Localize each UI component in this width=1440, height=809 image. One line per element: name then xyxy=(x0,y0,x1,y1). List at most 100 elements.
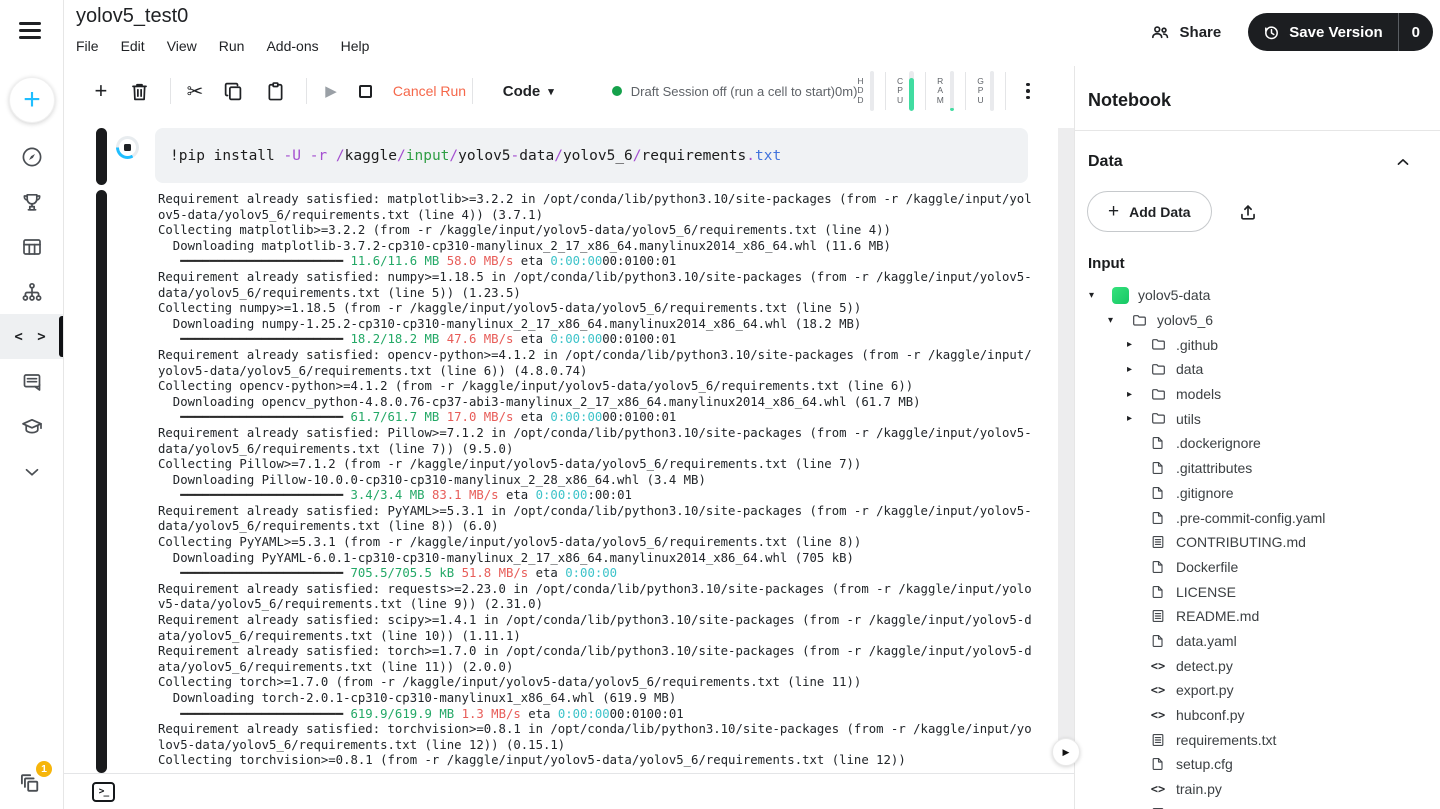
tree-item-github[interactable]: ▸ .github xyxy=(1075,332,1440,357)
menu-file[interactable]: File xyxy=(76,38,99,54)
output-line: Requirement already satisfied: torch>=1.… xyxy=(158,644,1032,659)
tree-item-gitignore[interactable]: .gitignore xyxy=(1075,481,1440,506)
tree-item-data[interactable]: ▸ data xyxy=(1075,357,1440,382)
tree-item-requirements-txt[interactable]: requirements.txt xyxy=(1075,727,1440,752)
add-cell-button[interactable]: + xyxy=(93,78,109,103)
caret-down-icon[interactable]: ▾ xyxy=(1108,315,1130,326)
save-version-button[interactable]: Save Version 0 xyxy=(1248,13,1433,51)
sidebar-item-chevron-down[interactable] xyxy=(0,449,63,494)
tree-item-gitattributes[interactable]: .gitattributes xyxy=(1075,456,1440,481)
output-line: yolov5-data/yolov5_6/requirements.txt (l… xyxy=(158,363,588,378)
output-line: Requirement already satisfied: PyYAML>=5… xyxy=(158,503,1032,518)
gauge-cpu[interactable]: CPU xyxy=(897,71,914,111)
output-line: Downloading PyYAML-6.0.1-cp310-cp310-man… xyxy=(158,550,854,565)
tree-item-yolov5-data[interactable]: ▾ yolov5-data xyxy=(1075,283,1440,308)
terminal-icon: >_ xyxy=(98,786,110,797)
tree-item-pre-commit-config-yaml[interactable]: .pre-commit-config.yaml xyxy=(1075,505,1440,530)
tree-item-clipped[interactable] xyxy=(1075,801,1440,809)
sidebar-item-graduation-cap[interactable] xyxy=(0,404,63,449)
output-line: Requirement already satisfied: opencv-py… xyxy=(158,347,1032,362)
add-data-button[interactable]: + Add Data xyxy=(1087,191,1212,232)
tree-item-models[interactable]: ▸ models xyxy=(1075,382,1440,407)
data-section-header: Data xyxy=(1075,131,1440,172)
tree-item-data-yaml[interactable]: data.yaml xyxy=(1075,629,1440,654)
copy-cell-button[interactable] xyxy=(222,79,245,103)
tree-item-readme-md[interactable]: README.md xyxy=(1075,604,1440,629)
tree-item-utils[interactable]: ▸ utils xyxy=(1075,406,1440,431)
output-selection-bar[interactable] xyxy=(96,190,107,773)
share-button[interactable]: Share xyxy=(1149,21,1221,43)
output-progress-line: ━━━━━━━━━━━━━━━━━━━━━━ 619.9/619.9 MB 1.… xyxy=(180,706,684,721)
folder-icon xyxy=(1149,385,1167,403)
cell-running-spinner-button[interactable] xyxy=(116,136,139,159)
paste-cell-button[interactable] xyxy=(264,79,287,103)
gauge-label: RAM xyxy=(936,75,944,105)
menu-run[interactable]: Run xyxy=(219,38,245,54)
caret-right-icon[interactable]: ▸ xyxy=(1127,364,1149,375)
chevron-up-icon xyxy=(1393,152,1413,172)
notebook-scrollbar[interactable] xyxy=(1058,128,1074,757)
version-count[interactable]: 0 xyxy=(1397,13,1433,51)
session-status-dot xyxy=(611,86,622,96)
tree-item-hubconf-py[interactable]: <> hubconf.py xyxy=(1075,703,1440,728)
sidebar-item-trophy[interactable] xyxy=(0,179,63,224)
file-icon xyxy=(1149,459,1167,477)
tree-item-detect-py[interactable]: <> detect.py xyxy=(1075,653,1440,678)
sidebar-item-comment[interactable] xyxy=(0,359,63,404)
tree-item-contributing-md[interactable]: CONTRIBUTING.md xyxy=(1075,530,1440,555)
sidebar-item-datasets-grid[interactable] xyxy=(0,224,63,269)
tree-item-dockerignore[interactable]: .dockerignore xyxy=(1075,431,1440,456)
sidebar-item-code[interactable]: < > xyxy=(0,314,63,359)
active-events-button[interactable]: 1 xyxy=(18,761,52,797)
menu-bar: File Edit View Run Add-ons Help xyxy=(76,38,369,54)
collapse-data-section-button[interactable] xyxy=(1393,152,1413,172)
cell-type-dropdown[interactable]: Code ▾ xyxy=(503,83,554,100)
hamburger-menu-icon[interactable] xyxy=(19,22,41,39)
tree-item-setup-cfg[interactable]: setup.cfg xyxy=(1075,752,1440,777)
run-cell-button[interactable]: ▶ xyxy=(323,79,339,103)
tree-item-label: .pre-commit-config.yaml xyxy=(1176,509,1326,526)
file-icon xyxy=(1149,558,1167,576)
gauge-ram[interactable]: RAM xyxy=(937,71,955,111)
console-toggle-button[interactable]: >_ xyxy=(92,781,115,802)
tree-item-license[interactable]: LICENSE xyxy=(1075,579,1440,604)
toolbar-divider xyxy=(306,78,308,104)
caret-right-icon[interactable]: ▸ xyxy=(1127,339,1149,350)
stop-icon xyxy=(124,144,131,151)
cancel-run-button[interactable]: Cancel Run xyxy=(393,83,466,99)
menu-help[interactable]: Help xyxy=(341,38,370,54)
menu-edit[interactable]: Edit xyxy=(121,38,145,54)
file-icon xyxy=(1149,583,1167,601)
code-cell-editor[interactable]: !pip install -U -r /kaggle/input/yolov5-… xyxy=(155,128,1028,183)
caret-right-icon[interactable]: ▸ xyxy=(1127,413,1149,424)
panel-title: Notebook xyxy=(1088,90,1171,110)
tree-item-dockerfile[interactable]: Dockerfile xyxy=(1075,555,1440,580)
menu-add-ons[interactable]: Add-ons xyxy=(266,38,318,54)
stop-square-icon xyxy=(359,84,373,98)
output-line: Collecting matplotlib>=3.2.2 (from -r /k… xyxy=(158,223,891,238)
tree-item-export-py[interactable]: <> export.py xyxy=(1075,678,1440,703)
create-button[interactable]: + xyxy=(9,77,55,123)
gauge-hdd[interactable]: HDD xyxy=(857,71,875,111)
tree-item-train-py[interactable]: <> train.py xyxy=(1075,777,1440,802)
stop-button[interactable] xyxy=(358,79,374,103)
more-options-button[interactable] xyxy=(1022,79,1034,103)
caret-down-icon[interactable]: ▾ xyxy=(1089,290,1111,301)
tree-item-yolov5-6[interactable]: ▾ yolov5_6 xyxy=(1075,308,1440,333)
add-data-label: Add Data xyxy=(1129,203,1191,220)
output-line: Downloading Pillow-10.0.0-cp310-cp310-ma… xyxy=(158,472,706,487)
clipboard-icon xyxy=(264,80,287,103)
delete-cell-button[interactable] xyxy=(128,79,151,103)
sidebar-item-compass[interactable] xyxy=(0,134,63,179)
top-bar: yolov5_test0 File Edit View Run Add-ons Help … xyxy=(64,0,1440,66)
upload-data-button[interactable] xyxy=(1237,201,1259,223)
collapse-panel-button[interactable]: ▶ xyxy=(1052,738,1080,766)
active-events-badge: 1 xyxy=(36,761,52,777)
cut-cell-button[interactable]: ✂ xyxy=(187,79,204,103)
code-cell-selection-bar[interactable] xyxy=(96,128,107,185)
sidebar-item-sitemap[interactable] xyxy=(0,269,63,314)
gauge-gpu[interactable]: GPU xyxy=(977,71,995,111)
caret-right-icon[interactable]: ▸ xyxy=(1127,389,1149,400)
tree-item-label: requirements.txt xyxy=(1176,731,1277,748)
menu-view[interactable]: View xyxy=(167,38,197,54)
